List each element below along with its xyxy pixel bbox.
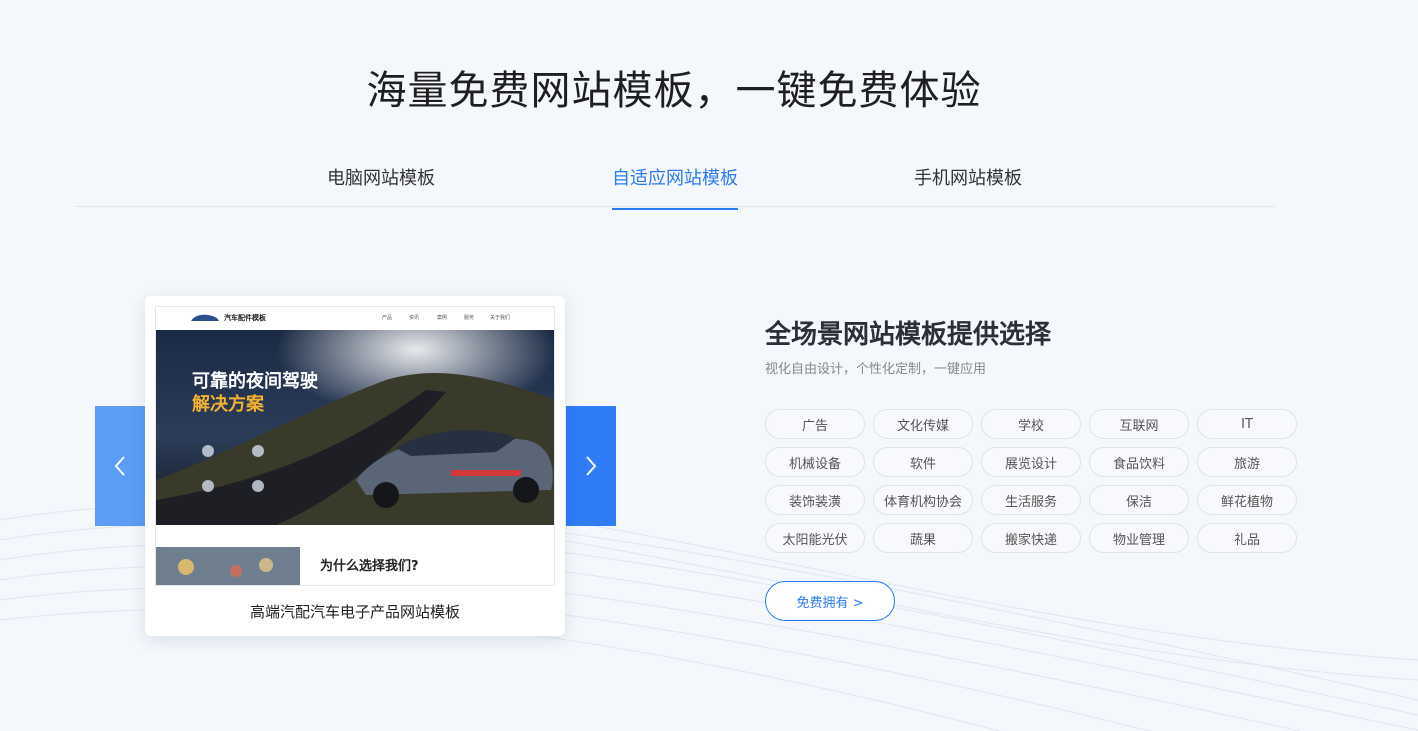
category-tag[interactable]: 保洁	[1089, 485, 1189, 515]
category-tag[interactable]: 生活服务	[981, 485, 1081, 515]
chevron-right-icon	[586, 456, 597, 476]
tab-responsive-templates[interactable]: 自适应网站模板	[612, 164, 738, 210]
category-tag[interactable]: IT	[1197, 409, 1297, 439]
category-tag[interactable]: 软件	[873, 447, 973, 477]
category-tag[interactable]: 学校	[981, 409, 1081, 439]
category-tag[interactable]: 广告	[765, 409, 865, 439]
preview-hero-subtitle: 解决方案	[192, 394, 264, 415]
category-tag[interactable]: 旅游	[1197, 447, 1297, 477]
preview-navbar: 汽车配件模板 产品 资讯 案例 服务 关于我们	[156, 307, 554, 330]
category-tag[interactable]: 互联网	[1089, 409, 1189, 439]
preview-hero: 可靠的夜间驾驶 解决方案	[156, 330, 554, 525]
section-title: 全场景网站模板提供选择	[765, 320, 1052, 350]
template-card-caption[interactable]: 高端汽配汽车电子产品网站模板	[145, 601, 565, 622]
carousel-prev-button[interactable]	[95, 406, 145, 526]
category-tag[interactable]: 物业管理	[1089, 523, 1189, 553]
tab-desktop-templates[interactable]: 电脑网站模板	[327, 164, 435, 208]
chevron-left-icon	[114, 456, 125, 476]
section-subtitle: 视化自由设计，个性化定制，一键应用	[765, 362, 987, 377]
preview-nav-item: 案例	[437, 315, 448, 321]
category-tag[interactable]: 体育机构协会	[873, 485, 973, 515]
preview-why-title: 为什么选择我们?	[320, 559, 419, 574]
category-tag[interactable]: 食品饮料	[1089, 447, 1189, 477]
category-tag[interactable]: 展览设计	[981, 447, 1081, 477]
free-own-button[interactable]: 免费拥有 >	[765, 581, 895, 621]
page-title: 海量免费网站模板，一键免费体验	[366, 68, 982, 114]
template-card[interactable]: 汽车配件模板 产品 资讯 案例 服务 关于我们 可靠的夜间驾驶 解决方案 为什么…	[145, 296, 565, 636]
car-logo-icon	[191, 314, 219, 321]
night-car-scene	[156, 330, 554, 525]
carousel-next-button[interactable]	[566, 406, 616, 526]
category-tag[interactable]: 机械设备	[765, 447, 865, 477]
preview-nav-item: 服务	[464, 315, 475, 321]
category-tag[interactable]: 装饰装潢	[765, 485, 865, 515]
preview-nav-item: 关于我们	[490, 315, 511, 321]
category-tag[interactable]: 鲜花植物	[1197, 485, 1297, 515]
preview-feature-icon	[228, 445, 288, 460]
preview-feature-icon	[228, 480, 288, 495]
preview-bottom-section: 为什么选择我们?	[156, 525, 554, 585]
preview-brand: 汽车配件模板	[224, 314, 266, 322]
category-tag[interactable]: 文化传媒	[873, 409, 973, 439]
preview-traffic-photo	[156, 547, 300, 585]
template-preview-image[interactable]: 汽车配件模板 产品 资讯 案例 服务 关于我们 可靠的夜间驾驶 解决方案 为什么…	[155, 306, 555, 586]
category-tag[interactable]: 礼品	[1197, 523, 1297, 553]
tab-mobile-templates[interactable]: 手机网站模板	[914, 164, 1022, 208]
category-tag[interactable]: 蔬果	[873, 523, 973, 553]
preview-nav-item: 资讯	[409, 315, 420, 321]
category-tag[interactable]: 搬家快递	[981, 523, 1081, 553]
preview-nav-item: 产品	[382, 315, 393, 321]
template-tabs: 电脑网站模板 自适应网站模板 手机网站模板	[75, 150, 1275, 210]
category-tag[interactable]: 太阳能光伏	[765, 523, 865, 553]
